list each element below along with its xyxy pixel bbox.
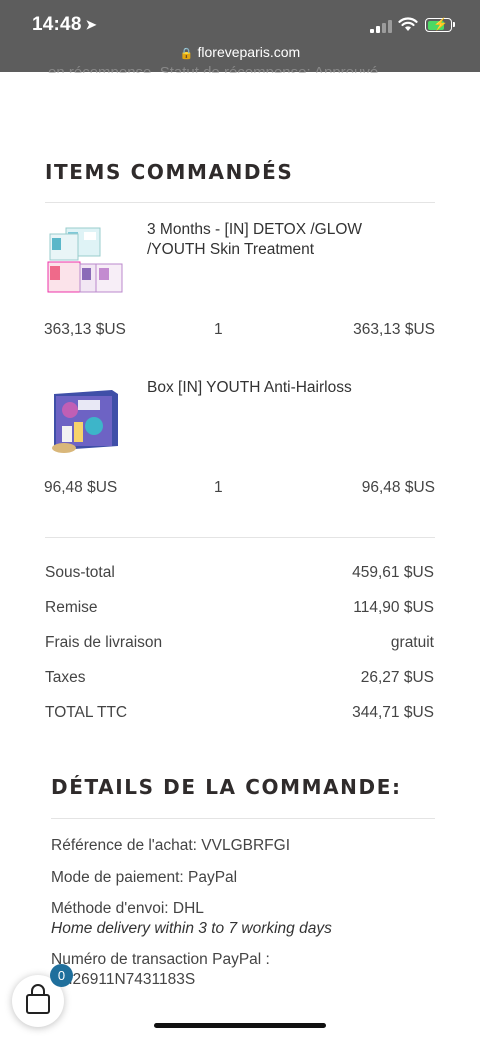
total-label: TOTAL TTC (45, 704, 128, 721)
taxes-value: 26,27 $US (360, 669, 434, 686)
item-total: 96,48 $US (361, 479, 435, 496)
item-quantity: 1 (214, 479, 223, 496)
total-value: 344,71 $US (352, 704, 434, 721)
order-details-title: DÉTAILS DE LA COMMANDE: (51, 775, 402, 799)
battery-charging-icon: ⚡ (425, 17, 455, 32)
taxes-label: Taxes (45, 669, 86, 686)
transaction-label: Numéro de transaction PayPal : (51, 951, 270, 968)
item-name[interactable]: Box [IN] YOUTH Anti-Hairloss (147, 378, 407, 398)
shipping-note: Home delivery within 3 to 7 working days (51, 920, 332, 937)
reward-status-text: en récompense. Statut de récompense: App… (48, 64, 379, 81)
item-unit-price: 96,48 $US (44, 479, 118, 496)
purchase-reference: Référence de l'achat: VVLGBRFGI (51, 837, 291, 854)
divider (45, 537, 435, 538)
item-quantity: 1 (214, 321, 223, 338)
item-name[interactable]: 3 Months - [IN] DETOX /GLOW /YOUTH Skin … (147, 220, 407, 260)
discount-label: Remise (45, 599, 98, 616)
lock-icon: 🔒 (179, 48, 194, 60)
payment-method: Mode de paiement: PayPal (51, 869, 238, 886)
url-text: floreveparis.com (197, 44, 301, 60)
product-image-youth-anti-hairloss (52, 390, 118, 453)
items-section-title: ITEMS COMMANDÉS (45, 160, 294, 184)
home-indicator[interactable] (154, 1023, 326, 1028)
shipping-label: Frais de livraison (45, 634, 163, 651)
divider (45, 202, 435, 203)
cellular-signal-icon (370, 20, 392, 33)
cart-count-badge: 0 (50, 964, 73, 987)
shipping-method: Méthode d'envoi: DHL (51, 900, 204, 917)
status-bar: 14:48 ➤ ⚡ 🔒 floreveparis.com (0, 0, 480, 72)
wifi-icon (398, 17, 418, 31)
shipping-value: gratuit (390, 634, 434, 651)
clock: 14:48 ➤ (32, 14, 97, 35)
subtotal-label: Sous-total (45, 564, 115, 581)
location-arrow-icon: ➤ (85, 17, 97, 32)
item-unit-price: 363,13 $US (44, 321, 126, 338)
subtotal-value: 459,61 $US (352, 564, 434, 581)
discount-value: 114,90 $US (353, 599, 434, 616)
item-total: 363,13 $US (353, 321, 435, 338)
divider (51, 818, 435, 819)
product-image-detox-glow-youth (47, 227, 123, 293)
address-bar[interactable]: 🔒 floreveparis.com (0, 44, 480, 60)
